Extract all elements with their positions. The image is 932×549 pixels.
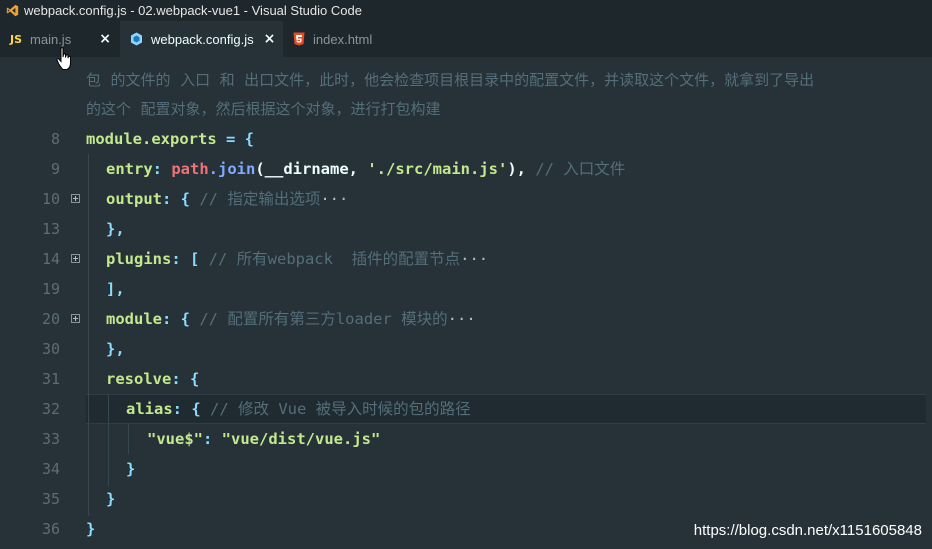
code-line: 20 module: { // 配置所有第三方loader 模块的··· — [0, 304, 932, 334]
code-line: 34 } — [0, 454, 932, 484]
fold-expand-icon[interactable] — [71, 194, 80, 203]
code-text: } — [126, 460, 136, 478]
line-number: 13 — [41, 220, 60, 238]
code-line: 14 plugins: [ // 所有webpack 插件的配置节点··· — [0, 244, 932, 274]
line-number: 31 — [41, 370, 60, 388]
tab-index-html[interactable]: index.html — [283, 21, 403, 57]
code-line: 9 entry: path.join(__dirname, './src/mai… — [0, 154, 932, 184]
indent-guide — [88, 154, 89, 516]
folded-ellipsis: ··· — [460, 250, 489, 268]
webpack-file-icon — [130, 32, 143, 46]
code-text: output: { // 指定输出选项··· — [106, 190, 349, 208]
code-line: 8 module.exports = { — [0, 124, 932, 154]
code-text: }, — [106, 340, 125, 358]
window-title: webpack.config.js - 02.webpack-vue1 - Vi… — [24, 3, 362, 18]
watermark-text: https://blog.csdn.net/x1151605848 — [693, 522, 922, 539]
indent-guide — [108, 394, 109, 486]
comment-text: 的这个 配置对象，然后根据这个对象，进行打包构建 — [86, 100, 441, 118]
line-number: 19 — [41, 280, 60, 298]
tab-label: index.html — [313, 31, 373, 47]
line-number: 33 — [41, 430, 60, 448]
comment-text: 包 的文件的 入口 和 出口文件，此时，他会检查项目根目录中的配置文件，并读取这… — [86, 71, 815, 89]
folded-ellipsis: ··· — [320, 190, 349, 208]
fold-expand-icon[interactable] — [71, 254, 80, 263]
code-text: module.exports = { — [86, 130, 254, 148]
code-text: entry: path.join(__dirname, './src/main.… — [106, 160, 626, 178]
code-line: 35 } — [0, 484, 932, 514]
tab-bar: JS main.js × webpack.config.js × index.h… — [0, 21, 932, 57]
line-number: 36 — [41, 520, 60, 538]
code-line: 31 resolve: { — [0, 364, 932, 394]
js-file-icon: JS — [10, 32, 23, 46]
line-number: 9 — [50, 160, 60, 178]
code-text: }, — [106, 220, 125, 238]
code-text: resolve: { — [106, 370, 200, 388]
code-line: 10 output: { // 指定输出选项··· — [0, 184, 932, 214]
code-text: } — [86, 520, 96, 538]
code-line: 30 }, — [0, 334, 932, 364]
code-line: 的这个 配置对象，然后根据这个对象，进行打包构建 — [0, 94, 932, 124]
line-number: 30 — [41, 340, 60, 358]
tab-label: webpack.config.js — [151, 31, 254, 47]
line-number: 8 — [50, 130, 60, 148]
line-number: 14 — [41, 250, 60, 268]
html5-file-icon — [293, 32, 305, 46]
close-icon[interactable]: × — [264, 31, 276, 47]
code-text: } — [106, 490, 116, 508]
tab-webpack-config[interactable]: webpack.config.js × — [120, 21, 283, 57]
code-line: 包 的文件的 入口 和 出口文件，此时，他会检查项目根目录中的配置文件，并读取这… — [0, 65, 932, 95]
code-line: 19 ], — [0, 274, 932, 304]
line-number: 10 — [41, 190, 60, 208]
folded-ellipsis: ··· — [447, 310, 476, 328]
code-text: module: { // 配置所有第三方loader 模块的··· — [106, 310, 476, 328]
line-number: 35 — [41, 490, 60, 508]
fold-expand-icon[interactable] — [71, 314, 80, 323]
vscode-logo-icon — [6, 4, 19, 17]
close-icon[interactable]: × — [99, 31, 111, 47]
tab-label: main.js — [30, 31, 72, 47]
code-line: 33 "vue$": "vue/dist/vue.js" — [0, 424, 932, 454]
code-text: plugins: [ // 所有webpack 插件的配置节点··· — [106, 250, 489, 268]
indent-guide — [128, 424, 129, 454]
code-line: 32 alias: { // 修改 Vue 被导入时候的包的路径 — [0, 394, 932, 424]
line-number: 34 — [41, 460, 60, 478]
code-text: ], — [106, 280, 125, 298]
line-number: 20 — [41, 310, 60, 328]
line-number: 32 — [41, 400, 60, 418]
code-line: 13 }, — [0, 214, 932, 244]
code-editor[interactable]: 包 的文件的 入口 和 出口文件，此时，他会检查项目根目录中的配置文件，并读取这… — [0, 57, 932, 549]
code-text: "vue$": "vue/dist/vue.js" — [147, 430, 381, 448]
code-text: alias: { // 修改 Vue 被导入时候的包的路径 — [126, 400, 471, 418]
title-bar: webpack.config.js - 02.webpack-vue1 - Vi… — [0, 0, 932, 21]
